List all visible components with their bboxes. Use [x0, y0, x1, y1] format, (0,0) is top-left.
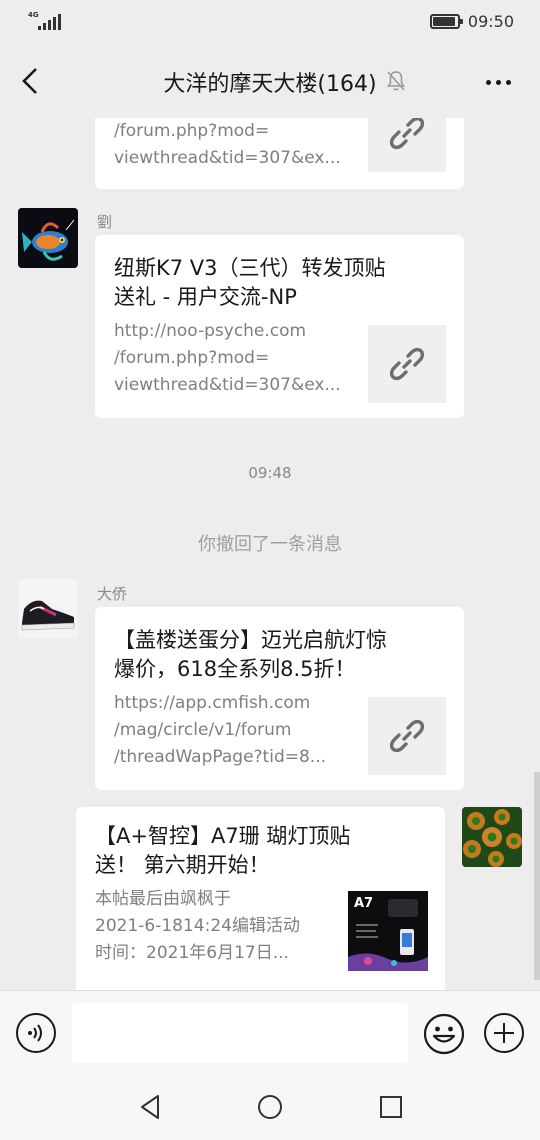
avatar-fish[interactable] — [18, 208, 78, 268]
chat-title: 大洋的摩天大楼(164) — [163, 72, 377, 97]
link-title: 纽斯K7 V3（三代）转发顶贴 送礼 - 用户交流-NP — [114, 256, 386, 309]
chat-scrollbar[interactable] — [534, 772, 540, 980]
avatar-sneaker[interactable] — [18, 579, 78, 639]
link-thumbnail — [368, 325, 446, 403]
link-card-message[interactable]: /forum.php?mod= viewthread&tid=307&ex... — [95, 118, 464, 189]
nav-back-icon[interactable] — [138, 1094, 164, 1120]
sender-name: 大侨 — [97, 585, 128, 603]
article-title: 【A+智控】A7珊 瑚灯顶贴 送！ 第六期开始！ — [95, 824, 351, 877]
link-thumbnail — [368, 697, 446, 775]
sender-name: 劉 — [97, 213, 113, 231]
link-url: http://noo-psyche.com /forum.php?mod= vi… — [114, 321, 341, 395]
link-url: /forum.php?mod= viewthread&tid=307&ex... — [114, 121, 341, 168]
message-timestamp: 09:48 — [248, 464, 292, 482]
mute-bell-icon — [387, 71, 405, 91]
link-icon — [389, 347, 425, 381]
avatar-coral[interactable] — [462, 807, 522, 867]
voice-wave-icon — [28, 1024, 42, 1042]
battery-icon — [429, 14, 463, 29]
more-functions-button[interactable] — [484, 1013, 524, 1053]
link-title: 【盖楼送蛋分】迈光启航灯惊 爆价，618全系列8.5折！ — [114, 628, 387, 681]
signal-strength-icon — [38, 14, 61, 30]
link-url: https://app.cmfish.com /mag/circle/v1/fo… — [114, 693, 327, 767]
link-icon — [389, 118, 425, 150]
status-bar: 4G 09:50 — [0, 0, 540, 44]
message-input[interactable] — [72, 1003, 408, 1063]
link-card-message[interactable]: 【盖楼送蛋分】迈光启航灯惊 爆价，618全系列8.5折！ https://app… — [95, 607, 464, 790]
system-navigation-bar — [0, 1070, 540, 1140]
chat-header: 大洋的摩天大楼(164) — [0, 44, 540, 118]
link-card-message[interactable]: 纽斯K7 V3（三代）转发顶贴 送礼 - 用户交流-NP http://noo-… — [95, 235, 464, 418]
voice-input-button[interactable] — [16, 1013, 56, 1053]
thumbnail-label: A7 — [354, 896, 373, 911]
nav-recents-icon[interactable] — [378, 1094, 404, 1120]
article-description: 本帖最后由飒枫于 2021-6-1814:24编辑活动 时间：2021年6月17… — [95, 889, 300, 963]
nav-home-icon[interactable] — [257, 1094, 283, 1120]
status-time: 09:50 — [467, 12, 514, 31]
chat-message-list[interactable]: /forum.php?mod= viewthread&tid=307&ex... — [0, 118, 540, 990]
article-card-message[interactable]: 【A+智控】A7珊 瑚灯顶贴 送！ 第六期开始！ 本帖最后由飒枫于 2021-6… — [76, 807, 445, 990]
recall-notice: 你撤回了一条消息 — [198, 534, 342, 555]
link-thumbnail — [368, 118, 446, 172]
emoji-button[interactable] — [423, 1013, 465, 1055]
link-icon — [389, 719, 425, 753]
article-thumbnail: A7 — [348, 891, 428, 971]
input-bar — [0, 990, 540, 1070]
more-options-button[interactable] — [478, 68, 518, 96]
